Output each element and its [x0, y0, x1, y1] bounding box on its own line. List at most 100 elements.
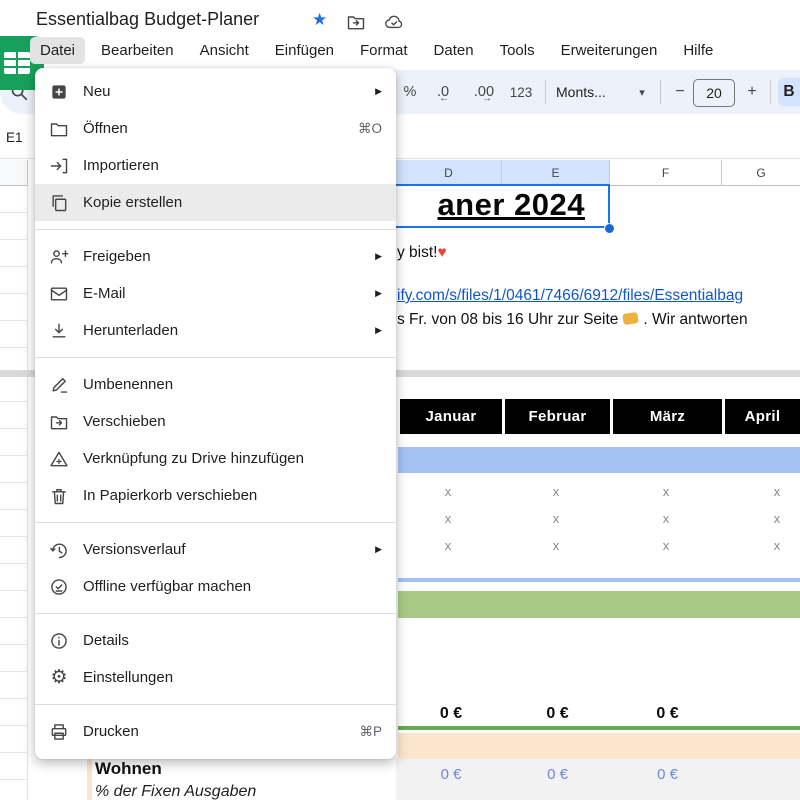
- blue-divider-line: [398, 578, 800, 582]
- column-header-f[interactable]: F: [610, 160, 722, 186]
- font-dropdown-caret-icon[interactable]: ▾: [634, 70, 650, 114]
- month-header-maerz[interactable]: März: [613, 399, 722, 434]
- google-sheets-window: D E F G aner 2024 y bist!♥ ify.com/s/fil…: [0, 0, 800, 800]
- menu-ansicht[interactable]: Ansicht: [190, 37, 259, 64]
- name-box[interactable]: E1: [6, 130, 23, 145]
- cell-x[interactable]: x: [762, 538, 792, 553]
- menu-item-email[interactable]: E-Mail ▶: [35, 275, 396, 312]
- percent-format-button[interactable]: %: [398, 70, 422, 114]
- shortcut-label: ⌘P: [359, 724, 382, 740]
- drive-shortcut-icon: [48, 448, 70, 470]
- menu-format[interactable]: Format: [350, 37, 418, 64]
- peach-column-edge: [87, 759, 92, 800]
- total-cell[interactable]: 0 €: [505, 703, 610, 725]
- menu-item-drive-verknuepfung[interactable]: Verknüpfung zu Drive hinzufügen: [35, 440, 396, 477]
- cell-x[interactable]: x: [541, 511, 571, 526]
- increase-font-size-button[interactable]: +: [742, 70, 762, 114]
- cell-x[interactable]: x: [651, 538, 681, 553]
- history-icon: [48, 539, 70, 561]
- fill-handle[interactable]: [604, 223, 615, 234]
- menu-item-umbenennen[interactable]: Umbenennen: [35, 366, 396, 403]
- person-add-icon: [48, 246, 70, 268]
- download-icon: [48, 320, 70, 342]
- menu-tools[interactable]: Tools: [490, 37, 545, 64]
- submenu-arrow-icon: ▶: [375, 288, 382, 299]
- shortcut-label: ⌘O: [358, 121, 382, 137]
- month-header-april[interactable]: April: [725, 399, 800, 434]
- column-header-e[interactable]: E: [502, 160, 610, 186]
- cell-x[interactable]: x: [433, 511, 463, 526]
- menu-item-papierkorb[interactable]: In Papierkorb verschieben: [35, 477, 396, 514]
- total-cell[interactable]: 0 €: [613, 703, 722, 725]
- menu-item-verschieben[interactable]: Verschieben: [35, 403, 396, 440]
- menu-datei[interactable]: Datei: [30, 37, 85, 64]
- total-cell[interactable]: 0 €: [400, 703, 502, 725]
- star-icon[interactable]: ★: [312, 10, 327, 30]
- green-divider-line: [398, 726, 800, 730]
- menu-hilfe[interactable]: Hilfe: [673, 37, 723, 64]
- titlebar: Essentialbag Budget-Planer ★ Datei Bearb…: [0, 0, 800, 68]
- menu-item-details[interactable]: Details: [35, 622, 396, 659]
- menu-item-neu[interactable]: Neu ▶: [35, 73, 396, 110]
- cell-x[interactable]: x: [762, 484, 792, 499]
- import-icon: [48, 155, 70, 177]
- category-note[interactable]: % der Fixen Ausgaben: [95, 783, 256, 800]
- font-size-input[interactable]: 20: [693, 79, 735, 107]
- cell-x[interactable]: x: [541, 538, 571, 553]
- bold-button[interactable]: B: [780, 70, 798, 114]
- category-label[interactable]: Wohnen: [95, 759, 162, 779]
- menu-item-kopie-erstellen[interactable]: Kopie erstellen: [35, 184, 396, 221]
- menu-erweiterungen[interactable]: Erweiterungen: [551, 37, 668, 64]
- toolbar-separator: [545, 80, 546, 104]
- move-to-folder-icon[interactable]: [346, 12, 366, 32]
- document-title[interactable]: Essentialbag Budget-Planer: [36, 9, 259, 30]
- cell-x[interactable]: x: [541, 484, 571, 499]
- menu-daten[interactable]: Daten: [424, 37, 484, 64]
- submenu-arrow-icon: ▶: [375, 251, 382, 262]
- wohnen-value-cell[interactable]: 0 €: [505, 763, 610, 785]
- cell-x[interactable]: x: [433, 484, 463, 499]
- cell-link[interactable]: ify.com/s/files/1/0461/7466/6912/files/E…: [397, 287, 743, 305]
- grid-corner: [0, 160, 28, 186]
- green-section-band: [398, 591, 800, 618]
- cell-x[interactable]: x: [762, 511, 792, 526]
- menu-bearbeiten[interactable]: Bearbeiten: [91, 37, 184, 64]
- menu-item-herunterladen[interactable]: Herunterladen ▶: [35, 312, 396, 349]
- cell-x[interactable]: x: [651, 511, 681, 526]
- wohnen-value-cell[interactable]: 0 €: [400, 763, 502, 785]
- column-header-g[interactable]: G: [722, 160, 800, 186]
- menu-item-versionsverlauf[interactable]: Versionsverlauf ▶: [35, 531, 396, 568]
- cloud-saved-icon[interactable]: [384, 12, 404, 32]
- menu-item-einstellungen[interactable]: ⚙ Einstellungen: [35, 659, 396, 696]
- wohnen-value-cell[interactable]: 0 €: [613, 763, 722, 785]
- folder-move-icon: [48, 411, 70, 433]
- cell-x[interactable]: x: [433, 538, 463, 553]
- toolbar-separator: [660, 80, 661, 104]
- font-family-select[interactable]: Monts...: [556, 70, 630, 114]
- menu-item-oeffnen[interactable]: Öffnen ⌘O: [35, 110, 396, 147]
- copy-icon: [48, 192, 70, 214]
- menu-item-drucken[interactable]: Drucken ⌘P: [35, 713, 396, 750]
- menu-divider: [35, 704, 396, 705]
- peach-section-band: [398, 733, 800, 759]
- print-icon: [48, 721, 70, 743]
- submenu-arrow-icon: ▶: [375, 544, 382, 555]
- month-header-januar[interactable]: Januar: [400, 399, 502, 434]
- menu-einfuegen[interactable]: Einfügen: [265, 37, 344, 64]
- cell-text-heart-row[interactable]: y bist!♥: [397, 244, 447, 262]
- menu-divider: [35, 357, 396, 358]
- menu-item-freigeben[interactable]: Freigeben ▶: [35, 238, 396, 275]
- decrease-decimals-button[interactable]: .0←: [428, 70, 458, 114]
- menu-item-offline[interactable]: Offline verfügbar machen: [35, 568, 396, 605]
- decrease-font-size-button[interactable]: −: [670, 70, 690, 114]
- month-header-februar[interactable]: Februar: [505, 399, 610, 434]
- menu-divider: [35, 229, 396, 230]
- number-format-button[interactable]: 123: [506, 70, 536, 114]
- row-gridlines-sliver: [0, 186, 28, 800]
- trash-icon: [48, 485, 70, 507]
- cell-text-support-row[interactable]: s Fr. von 08 bis 16 Uhr zur Seite. Wir a…: [397, 311, 748, 329]
- increase-decimals-button[interactable]: .00→: [466, 70, 502, 114]
- menu-item-importieren[interactable]: Importieren: [35, 147, 396, 184]
- cell-x[interactable]: x: [651, 484, 681, 499]
- column-header-d[interactable]: D: [396, 160, 502, 186]
